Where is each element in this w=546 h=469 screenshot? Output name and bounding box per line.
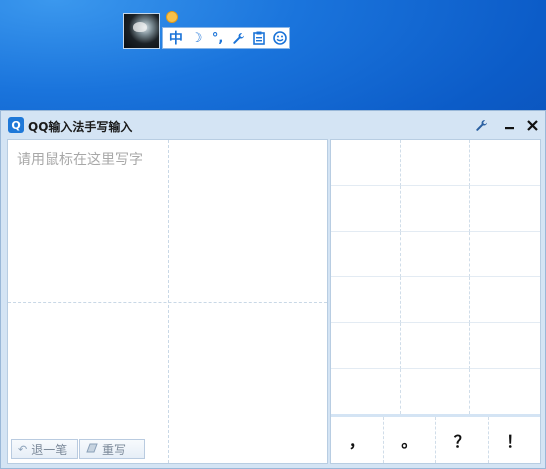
window-title: QQ输入法手写输入 — [28, 120, 133, 134]
rewrite-button[interactable]: 重写 — [79, 439, 145, 459]
undo-label: 退一笔 — [31, 442, 68, 457]
candidate-cell[interactable] — [470, 232, 540, 277]
candidate-cell[interactable] — [401, 140, 470, 186]
title-bar[interactable]: Q QQ输入法手写输入 — [1, 111, 545, 139]
undo-stroke-button[interactable]: ↶ 退一笔 — [11, 439, 78, 459]
punct-exclamation[interactable]: ！ — [489, 417, 541, 463]
candidate-cell[interactable] — [401, 369, 470, 414]
candidate-cell[interactable] — [331, 323, 401, 369]
candidate-cell[interactable] — [331, 369, 401, 414]
candidate-cell[interactable] — [401, 232, 470, 277]
qq-logo-icon: Q — [8, 117, 24, 133]
candidate-cell[interactable] — [331, 186, 401, 232]
candidate-cell[interactable] — [470, 323, 540, 369]
undo-icon: ↶ — [18, 442, 28, 456]
punct-question[interactable]: ？ — [436, 417, 489, 463]
minimize-button[interactable] — [501, 116, 517, 134]
moon-icon[interactable]: ☽ — [188, 29, 206, 47]
candidate-cell[interactable] — [470, 369, 540, 414]
candidate-cell[interactable] — [331, 140, 401, 186]
close-button[interactable] — [524, 116, 540, 134]
candidate-panel: ， 。 ？ ！ — [330, 139, 541, 464]
writing-pad[interactable]: 请用鼠标在这里写字 ↶ 退一笔 重写 — [7, 139, 328, 464]
wrench-icon[interactable] — [229, 29, 247, 47]
chinese-mode-toggle[interactable]: 中 — [167, 29, 185, 47]
candidate-cell[interactable] — [401, 186, 470, 232]
pad-guide-horizontal — [8, 302, 327, 303]
candidate-cell[interactable] — [470, 277, 540, 323]
eraser-icon — [86, 443, 98, 456]
candidate-cell[interactable] — [331, 277, 401, 323]
smiley-icon[interactable] — [271, 29, 289, 47]
status-badge-icon — [166, 11, 178, 23]
user-avatar[interactable] — [123, 13, 160, 49]
settings-wrench-icon[interactable] — [473, 116, 489, 134]
candidate-cell[interactable] — [401, 277, 470, 323]
punct-comma[interactable]: ， — [331, 417, 384, 463]
candidate-cell[interactable] — [470, 186, 540, 232]
pad-placeholder: 请用鼠标在这里写字 — [17, 152, 143, 168]
candidate-cell[interactable] — [470, 140, 540, 186]
clipboard-icon[interactable] — [250, 29, 268, 47]
handwriting-window: Q QQ输入法手写输入 请用鼠标在这里写字 ↶ 退一笔 重写 ， 。 ？ ！ — [0, 110, 546, 469]
ime-status-bar: 中 ☽ °, — [123, 11, 291, 51]
rewrite-label: 重写 — [102, 442, 127, 457]
punctuation-icon[interactable]: °, — [209, 29, 227, 47]
punct-period[interactable]: 。 — [384, 417, 436, 463]
candidate-grid — [331, 140, 540, 414]
ime-toolbar: 中 ☽ °, — [162, 27, 290, 49]
candidate-cell[interactable] — [331, 232, 401, 277]
candidate-cell[interactable] — [401, 323, 470, 369]
punctuation-row: ， 。 ？ ！ — [331, 417, 540, 463]
